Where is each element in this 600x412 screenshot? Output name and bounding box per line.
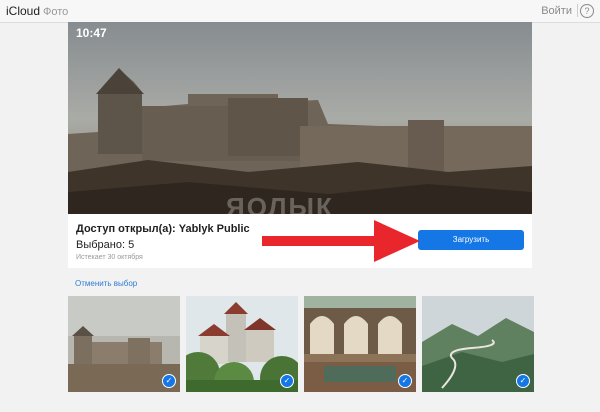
watermark: ЯОЛЫК [226, 192, 334, 222]
top-bar: iCloud Фото Войти ? [0, 0, 600, 23]
selected-count: Выбрано: 5 [76, 239, 135, 251]
fortress-photo-illustration [68, 22, 532, 214]
selected-check-icon[interactable]: ✓ [398, 374, 412, 388]
help-icon[interactable]: ? [580, 4, 594, 18]
selected-check-icon[interactable]: ✓ [162, 374, 176, 388]
shared-by-label: Доступ открыл(а): Yablyk Public [76, 223, 250, 235]
photo-thumbnail[interactable]: ✓ [186, 296, 298, 392]
upload-button[interactable]: Загрузить [418, 230, 524, 250]
selected-check-icon[interactable]: ✓ [516, 374, 530, 388]
deselect-link[interactable]: Отменить выбор [75, 279, 137, 288]
photo-thumbnail[interactable]: ✓ [68, 296, 180, 392]
app-brand: iCloud Фото [6, 4, 68, 18]
header-divider [577, 4, 578, 17]
photo-thumbnail[interactable]: ✓ [304, 296, 416, 392]
icloud-logo-text: iCloud [6, 4, 41, 18]
hero-photo: 10:47 [68, 22, 532, 214]
selected-check-icon[interactable]: ✓ [280, 374, 294, 388]
photo-thumbnail[interactable]: ✓ [422, 296, 534, 392]
photo-time: 10:47 [76, 26, 107, 40]
login-link[interactable]: Войти [541, 5, 572, 17]
expires-label: Истекает 30 октября [76, 254, 143, 261]
red-arrow-annotation-icon [262, 220, 420, 262]
section-name: Фото [43, 6, 69, 18]
